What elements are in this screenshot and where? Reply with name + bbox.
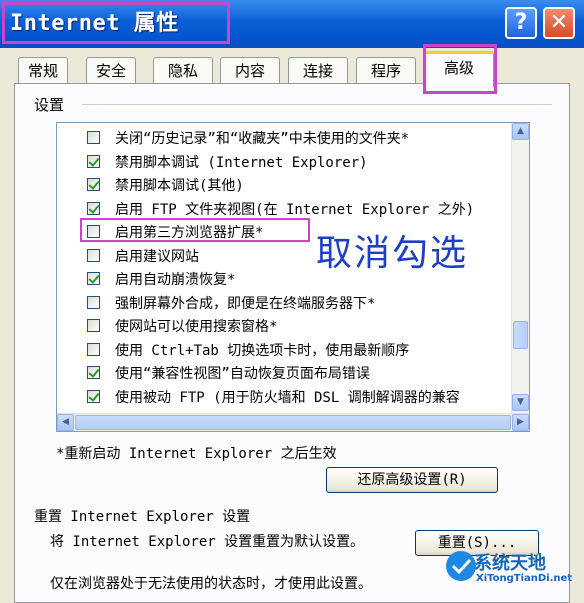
title-highlight-box [2,2,230,44]
checkbox-unchecked-icon[interactable] [87,248,100,262]
checkbox-unchecked-icon[interactable] [87,342,100,356]
settings-group-label: 设置 [34,96,65,114]
checkbox-checked-icon[interactable] [87,272,100,285]
help-button[interactable]: ? [505,7,537,39]
list-item-label: 使网站可以使用搜索窗格* [115,319,278,335]
watermark-name: 系统天地 [474,553,546,574]
watermark-url: XiTongTianDi.net [476,573,573,584]
list-item-label: 使用“兼容性视图”自动恢复页面布局错误 [115,366,370,382]
reset-description: 将 Internet Explorer 设置重置为默认设置。 [50,534,365,550]
list-item-label: 禁用脚本调试 (Internet Explorer) [115,154,368,171]
watermark: 系统天地 XiTongTianDi.net [444,543,584,593]
close-button[interactable]: ✕ [543,7,575,39]
settings-list[interactable]: 关闭“历史记录”和“收藏夹”中未使用的文件夹* 禁用脚本调试 (Internet … [56,122,530,432]
hscroll-thumb[interactable] [75,415,511,430]
restart-note: *重新启动 Internet Explorer 之后生效 [56,446,337,462]
annotation-text: 取消勾选 [316,233,469,274]
list-item-label: 启用自动崩溃恢复* [115,272,236,288]
scroll-left-icon[interactable]: ◀ [57,414,74,431]
tab-privacy[interactable]: 隐私 [153,57,213,83]
tab-general[interactable]: 常规 [18,57,68,83]
checkbox-checked-icon[interactable] [87,366,100,379]
list-item-label: 禁用脚本调试(其他) [115,178,244,194]
vertical-scrollbar[interactable]: ▲ ▼ [511,123,529,413]
checkbox-checked-icon[interactable] [87,154,100,168]
scroll-down-icon[interactable]: ▼ [512,394,529,411]
list-item-label: 强制屏幕外合成，即便是在终端服务器下* [115,295,376,312]
restore-advanced-button[interactable]: 还原高级设置(R) [326,467,498,493]
checkbox-unchecked-icon[interactable] [87,295,100,309]
list-item-label: 使用 Ctrl+Tab 切换选项卡时，使用最新顺序 [115,342,410,359]
tab-content[interactable]: 内容 [220,57,280,83]
checkbox-unchecked-icon[interactable] [87,131,100,144]
reset-section-title: 重置 Internet Explorer 设置 [34,509,251,525]
tab-programs[interactable]: 程序 [356,57,416,83]
title-bar: Internet 属性 ? ✕ [0,0,584,48]
list-item-label: 启用建议网站 [115,248,199,265]
list-item-label: 使用被动 FTP (用于防火墙和 DSL 调制解调器的兼容 [115,389,460,406]
tab-connections[interactable]: 连接 [288,57,348,83]
list-item-label: 关闭“历史记录”和“收藏夹”中未使用的文件夹* [115,131,410,147]
scroll-up-icon[interactable]: ▲ [512,123,529,140]
checkbox-checked-icon[interactable] [87,201,100,215]
tab-security[interactable]: 安全 [86,57,136,83]
group-divider [82,104,552,105]
watermark-logo-icon [446,551,476,581]
tab-highlight-box [423,44,497,94]
reset-warning-text: 仅在浏览器处于无法使用的状态时，才使用此设置。 [50,576,372,592]
scroll-right-icon[interactable]: ▶ [512,414,529,431]
horizontal-scrollbar[interactable]: ◀ ▶ [57,413,529,431]
scroll-thumb[interactable] [513,321,528,349]
item-highlight-box [80,218,310,242]
checkbox-checked-icon[interactable] [87,178,100,191]
checkbox-checked-icon[interactable] [87,389,100,403]
checkbox-unchecked-icon[interactable] [87,319,100,332]
